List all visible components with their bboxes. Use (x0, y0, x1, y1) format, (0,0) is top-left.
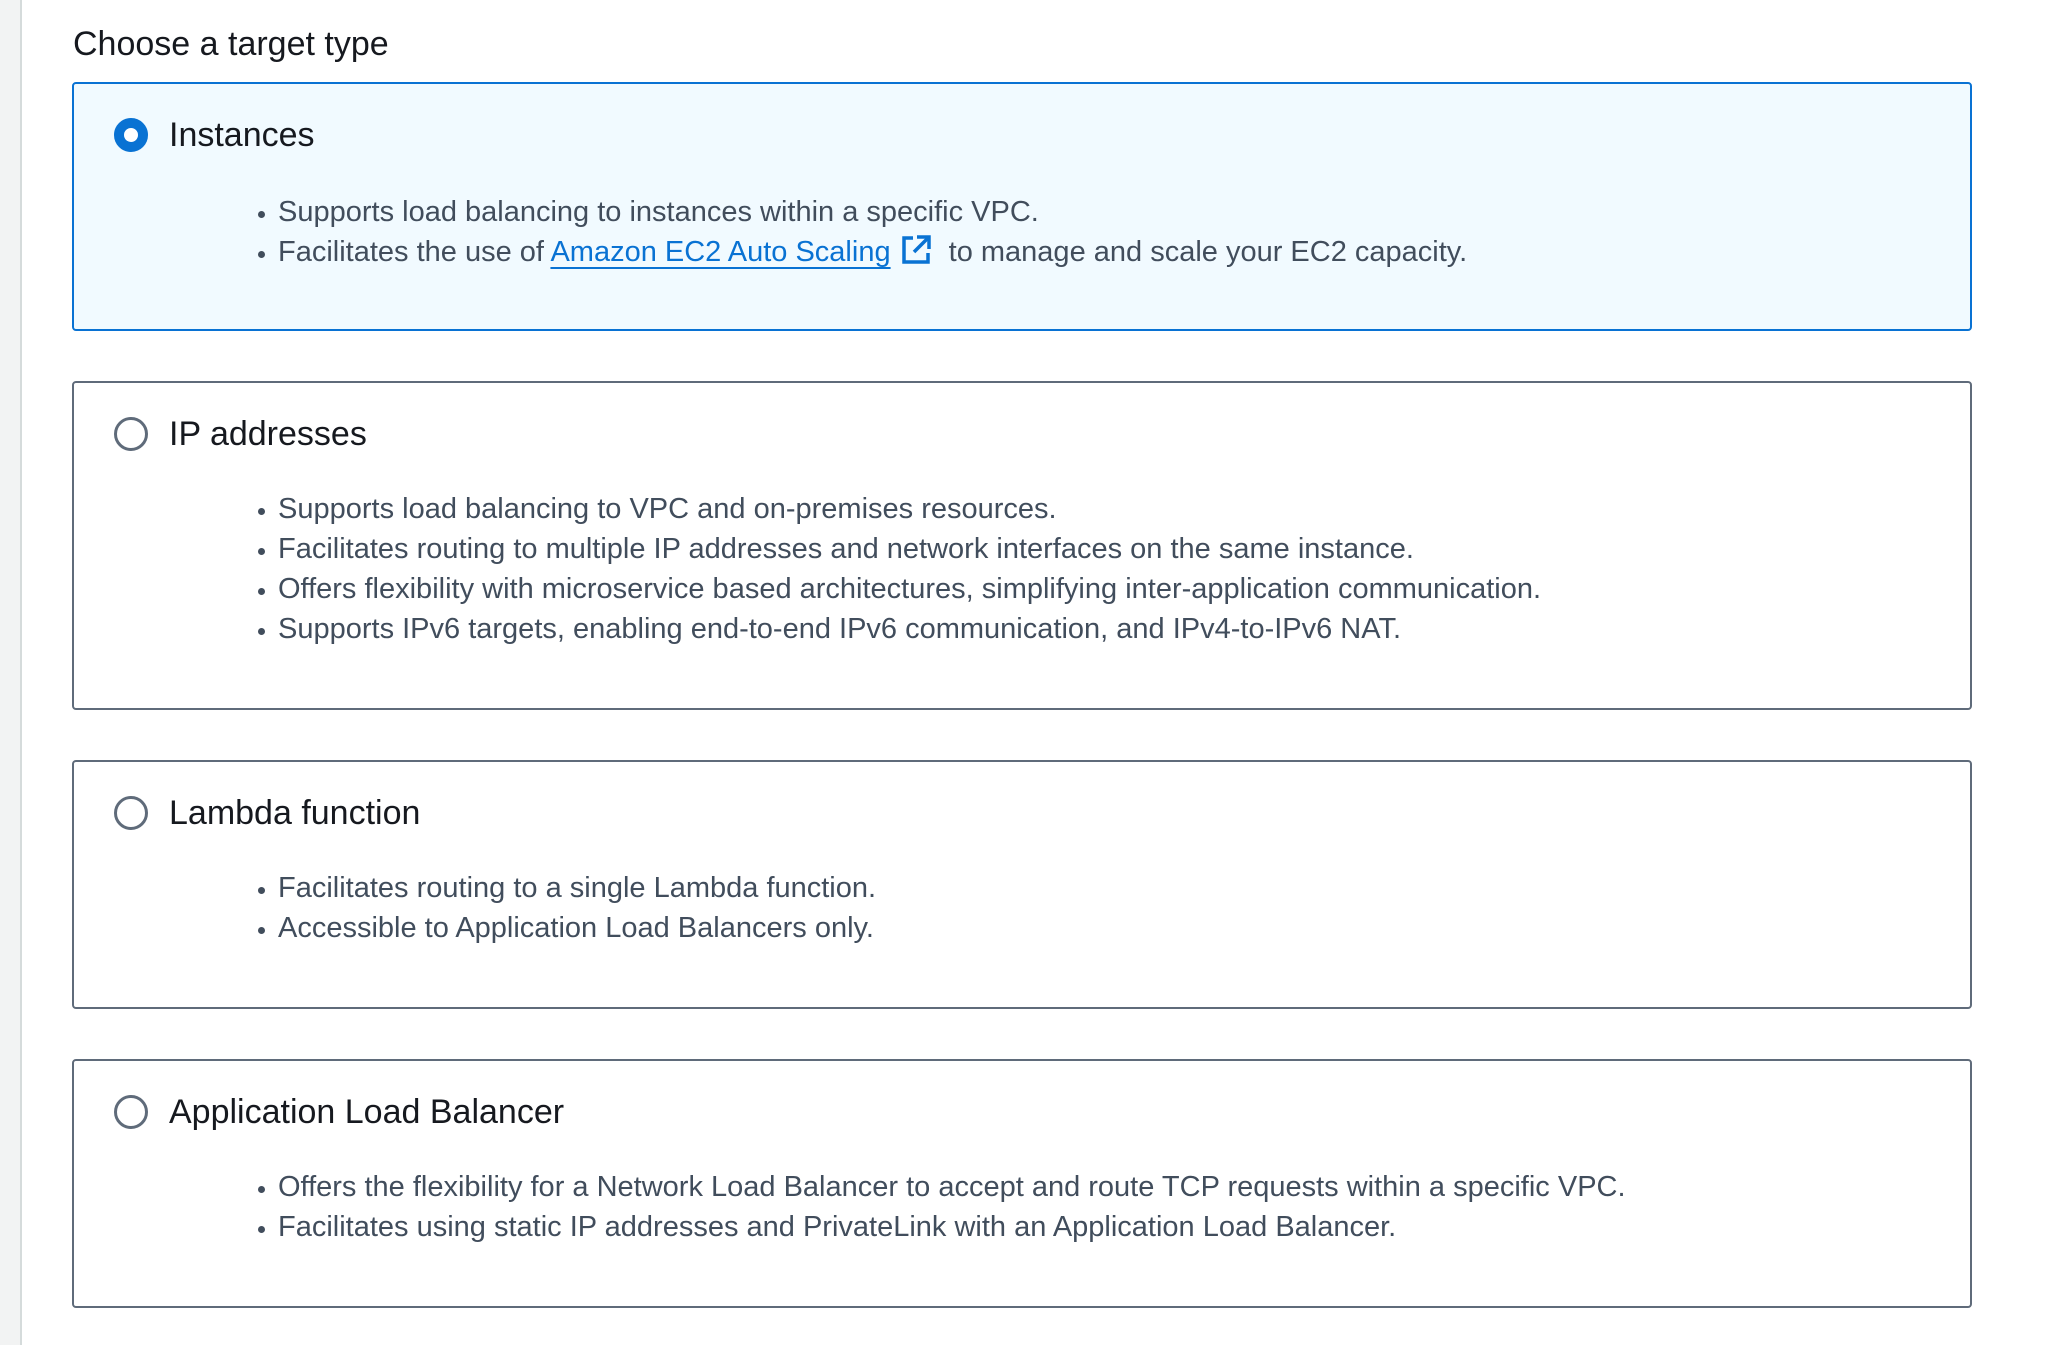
option-title-instances: Instances (169, 116, 315, 154)
external-link-icon[interactable] (899, 233, 933, 267)
option-tile-instances[interactable]: Instances Supports load balancing to ins… (72, 82, 1972, 331)
option-bullets-instances: Supports load balancing to instances wit… (248, 192, 1467, 272)
list-item: Facilitates routing to multiple IP addre… (278, 529, 1541, 569)
radio-button-application-load-balancer[interactable] (114, 1095, 148, 1129)
option-bullets-lambda-function: Facilitates routing to a single Lambda f… (248, 868, 876, 948)
option-header: Instances (114, 110, 315, 160)
list-item: Offers the flexibility for a Network Loa… (278, 1167, 1626, 1207)
list-item: Supports load balancing to instances wit… (278, 192, 1467, 232)
option-header: Lambda function (114, 788, 420, 838)
option-title-application-load-balancer: Application Load Balancer (169, 1093, 565, 1131)
amazon-ec2-auto-scaling-link[interactable]: Amazon EC2 Auto Scaling (550, 236, 890, 268)
section-label: Choose a target type (73, 25, 389, 63)
list-item: Accessible to Application Load Balancers… (278, 908, 876, 948)
list-item: Supports load balancing to VPC and on-pr… (278, 489, 1541, 529)
list-item: Facilitates using static IP addresses an… (278, 1207, 1626, 1247)
option-bullets-application-load-balancer: Offers the flexibility for a Network Loa… (248, 1167, 1626, 1247)
list-item: Offers flexibility with microservice bas… (278, 569, 1541, 609)
option-title-ip-addresses: IP addresses (169, 415, 367, 453)
list-item: Facilitates the use of Amazon EC2 Auto S… (278, 232, 1467, 272)
bullet-text: to manage and scale your EC2 capacity. (940, 236, 1468, 268)
radio-button-ip-addresses[interactable] (114, 417, 148, 451)
option-title-lambda-function: Lambda function (169, 794, 421, 832)
option-tile-lambda-function[interactable]: Lambda function Facilitates routing to a… (72, 760, 1972, 1009)
list-item: Supports IPv6 targets, enabling end-to-e… (278, 609, 1541, 649)
option-tile-ip-addresses[interactable]: IP addresses Supports load balancing to … (72, 381, 1972, 710)
radio-button-instances[interactable] (114, 118, 148, 152)
option-tile-application-load-balancer[interactable]: Application Load Balancer Offers the fle… (72, 1059, 1972, 1308)
option-header: IP addresses (114, 409, 367, 459)
link-text: Amazon EC2 Auto Scaling (550, 236, 891, 268)
option-bullets-ip-addresses: Supports load balancing to VPC and on-pr… (248, 489, 1541, 649)
list-item: Facilitates routing to a single Lambda f… (278, 868, 876, 908)
radio-button-lambda-function[interactable] (114, 796, 148, 830)
option-header: Application Load Balancer (114, 1087, 564, 1137)
bullet-text: Facilitates the use of (278, 236, 551, 268)
